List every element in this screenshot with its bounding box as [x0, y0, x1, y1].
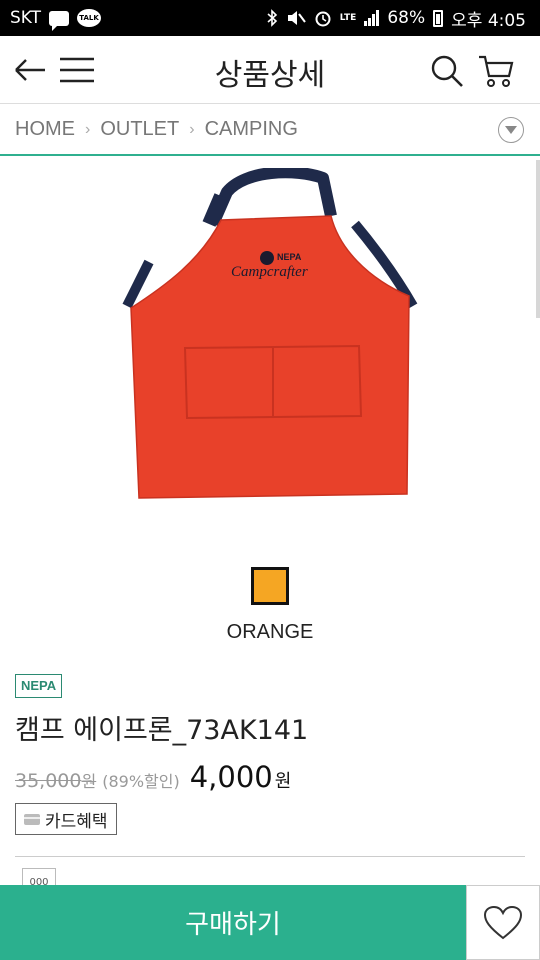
- search-icon: [431, 55, 463, 87]
- chevron-down-icon: [505, 126, 517, 134]
- sale-price: 4,000: [189, 760, 273, 794]
- network-type: LTE: [339, 12, 357, 23]
- cart-icon: [479, 55, 514, 87]
- app-header: 상품상세: [0, 36, 540, 104]
- menu-button[interactable]: [58, 54, 96, 86]
- wishlist-button[interactable]: [466, 885, 540, 960]
- discount-rate: (89%할인): [102, 772, 180, 791]
- chevron-right-icon: ›: [85, 120, 91, 138]
- talk-label: TALK: [79, 14, 99, 22]
- product-name: 캠프 에이프론_73AK141: [15, 715, 309, 746]
- hamburger-menu-icon: [60, 57, 94, 83]
- breadcrumb: HOME › OUTLET › CAMPING: [0, 105, 540, 156]
- cart-button[interactable]: [476, 52, 516, 90]
- breadcrumb-camping[interactable]: CAMPING: [205, 118, 298, 141]
- battery-icon: [433, 9, 444, 27]
- original-price: 35,000: [15, 770, 82, 792]
- back-arrow-icon: [15, 59, 45, 81]
- battery-percent: 68%: [387, 8, 426, 28]
- chevron-right-icon: ›: [189, 120, 195, 138]
- color-swatch-orange[interactable]: [251, 567, 289, 605]
- breadcrumb-expand-button[interactable]: [498, 117, 524, 143]
- apron-logo-text: Campcrafter: [231, 264, 308, 280]
- color-name: ORANGE: [226, 621, 314, 643]
- back-button[interactable]: [12, 54, 48, 86]
- breadcrumb-outlet[interactable]: OUTLET: [100, 118, 179, 141]
- credit-card-icon: [24, 813, 40, 825]
- signal-icon: [364, 10, 380, 26]
- status-right: LTE 68% 오후 4:05: [266, 6, 526, 31]
- apron-brand-text: NEPA: [277, 252, 302, 262]
- clock: 오후 4:05: [451, 10, 526, 31]
- bluetooth-icon: [266, 9, 278, 27]
- price-row: 35,000 원 (89%할인) 4,000 원: [15, 760, 291, 794]
- search-button[interactable]: [428, 52, 466, 90]
- mute-icon: [286, 9, 306, 27]
- carrier-label: SKT: [10, 8, 42, 28]
- brand-badge[interactable]: NEPA: [15, 674, 63, 698]
- product-image: NEPA Campcrafter: [122, 168, 418, 499]
- alarm-icon: [314, 9, 332, 27]
- status-left: SKT TALK: [10, 8, 102, 31]
- kakaotalk-icon: TALK: [77, 9, 102, 27]
- card-benefit-label: 카드혜택: [45, 811, 108, 832]
- heart-icon: [483, 905, 523, 939]
- original-price-unit: 원: [81, 772, 97, 791]
- card-benefit-button[interactable]: 카드혜택: [15, 803, 117, 835]
- status-bar: SKT TALK LTE 68% 오후 4:05: [0, 0, 540, 36]
- message-icon: [49, 10, 70, 31]
- sale-price-unit: 원: [274, 771, 292, 792]
- scrollbar[interactable]: [536, 160, 540, 318]
- buy-button[interactable]: 구매하기: [0, 885, 466, 960]
- breadcrumb-home[interactable]: HOME: [15, 118, 75, 141]
- divider: [15, 856, 525, 857]
